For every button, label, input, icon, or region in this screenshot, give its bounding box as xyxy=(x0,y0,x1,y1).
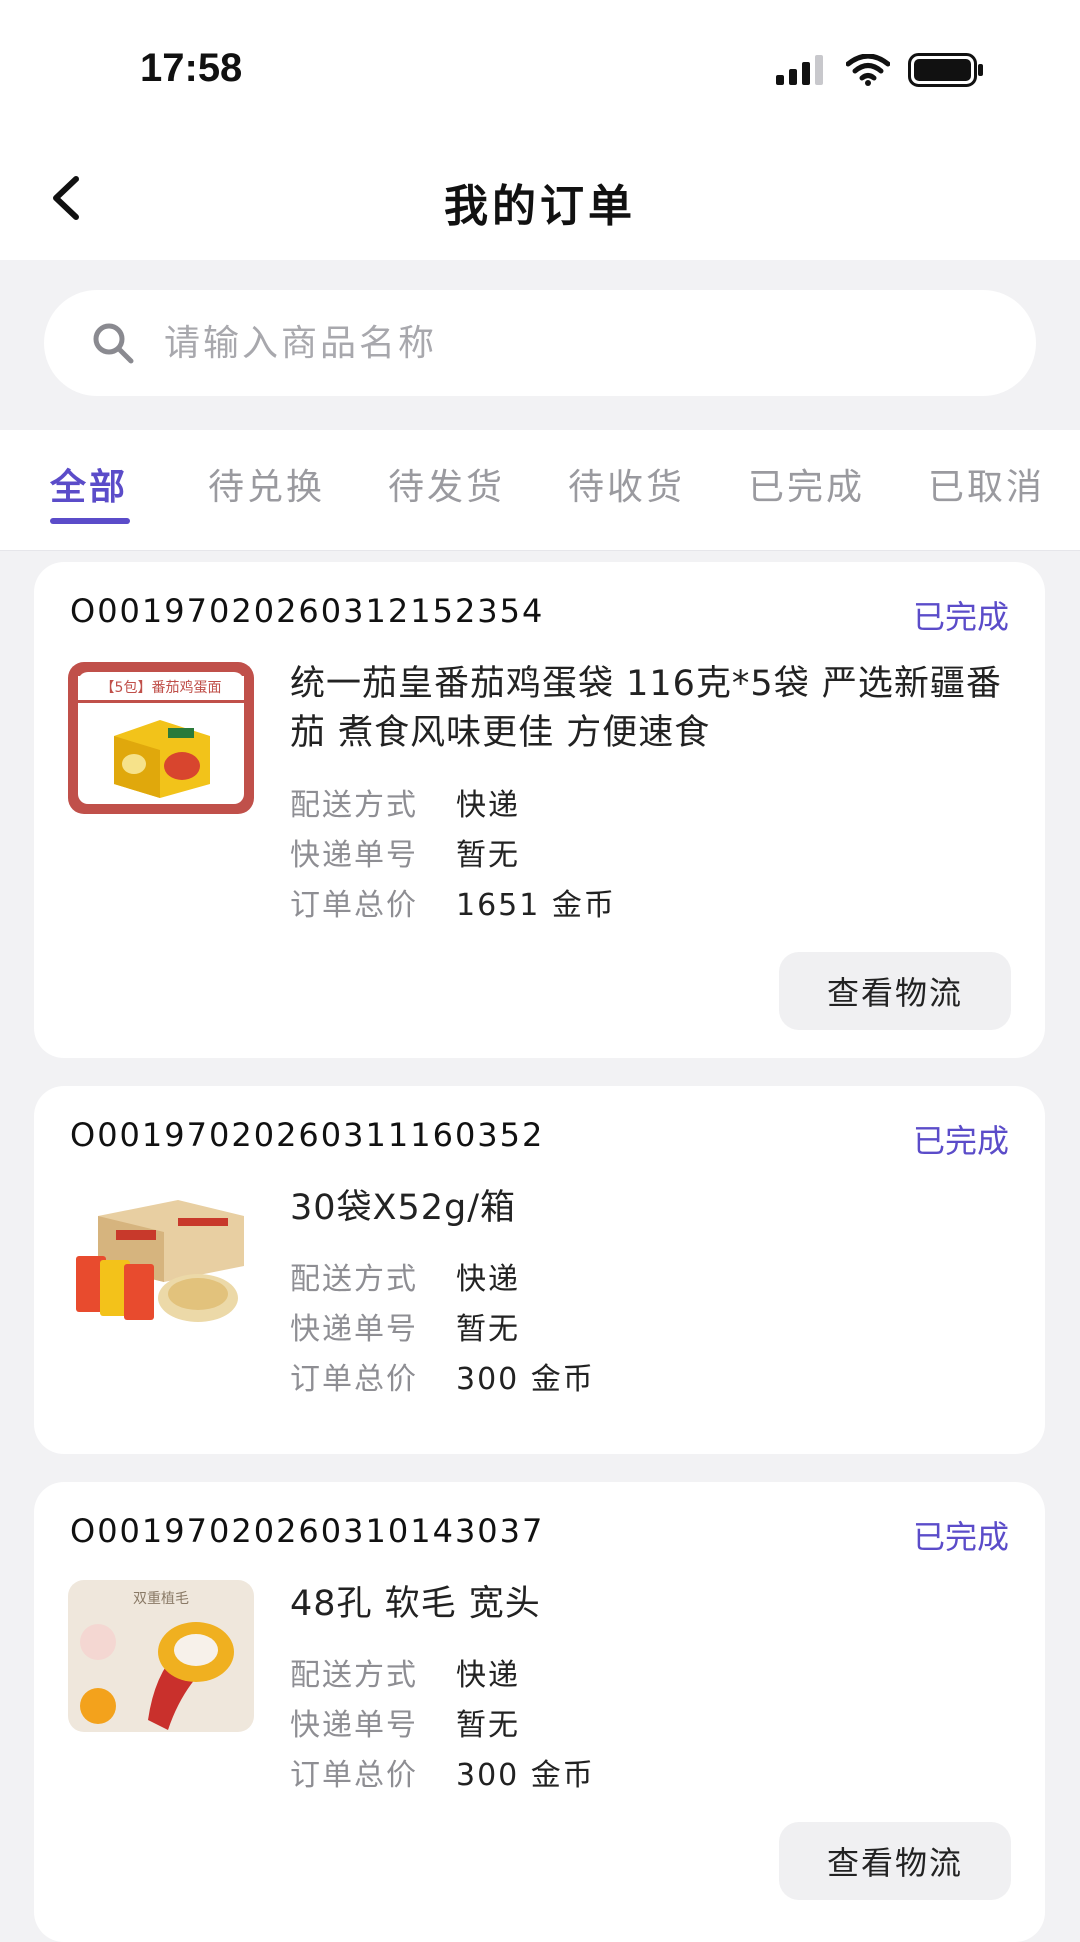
order-card[interactable]: O00197020260311160352 已完成 30袋X52g/箱 配送方式… xyxy=(34,1086,1045,1454)
total-price-row: 订单总价 1651 金币 xyxy=(290,880,616,924)
product-image: 双重植毛 xyxy=(68,1580,254,1732)
tracking-number-label: 快递单号 xyxy=(290,1708,418,1743)
noodle-package-illustration xyxy=(114,720,210,798)
product-title: 48孔 软毛 宽头 xyxy=(290,1584,541,1624)
delivery-method-value: 快递 xyxy=(456,1658,520,1693)
status-icons xyxy=(776,53,984,91)
tab-completed[interactable]: 已完成 xyxy=(748,458,865,510)
search-bar[interactable] xyxy=(44,290,1036,396)
tracking-number-value: 暂无 xyxy=(456,838,520,873)
order-number: O00197020260310143037 xyxy=(70,1512,545,1550)
total-price-row: 订单总价 300 金币 xyxy=(290,1750,595,1794)
view-logistics-button[interactable]: 查看物流 xyxy=(779,952,1011,1030)
total-price-value: 1651 金币 xyxy=(456,888,616,923)
search-icon xyxy=(88,318,138,368)
active-tab-indicator xyxy=(50,518,130,524)
search-area xyxy=(0,260,1080,430)
tracking-number-value: 暂无 xyxy=(456,1708,520,1743)
status-time: 17:58 xyxy=(140,46,243,90)
delivery-method-row: 配送方式 快递 xyxy=(290,1254,520,1298)
status-bar: 17:58 xyxy=(0,0,1080,140)
wifi-icon xyxy=(845,53,891,90)
tab-pending-receipt[interactable]: 待收货 xyxy=(568,458,685,510)
delivery-method-row: 配送方式 快递 xyxy=(290,1650,520,1694)
view-logistics-button[interactable]: 查看物流 xyxy=(779,1822,1011,1900)
order-status-badge: 已完成 xyxy=(912,1122,1009,1160)
tracking-number-row: 快递单号 暂无 xyxy=(290,1700,520,1744)
delivery-method-label: 配送方式 xyxy=(290,1658,418,1693)
delivery-method-label: 配送方式 xyxy=(290,1262,418,1297)
order-number: O00197020260311160352 xyxy=(70,1116,545,1154)
delivery-method-value: 快递 xyxy=(456,788,520,823)
product-image: 【5包】番茄鸡蛋面 xyxy=(68,662,254,814)
product-title: 统一茄皇番茄鸡蛋袋 116克*5袋 严选新疆番茄 煮食风味更佳 方便速食 xyxy=(290,664,1002,753)
order-card[interactable]: O00197020260310143037 已完成 双重植毛 48孔 软毛 宽头… xyxy=(34,1482,1045,1942)
delivery-method-value: 快递 xyxy=(456,1262,520,1297)
tracking-number-label: 快递单号 xyxy=(290,1312,418,1347)
noodle-box-illustration xyxy=(76,1200,244,1322)
total-price-value: 300 金币 xyxy=(456,1758,595,1793)
product-title: 30袋X52g/箱 xyxy=(290,1188,517,1228)
order-number: O00197020260312152354 xyxy=(70,592,545,630)
tracking-number-value: 暂无 xyxy=(456,1312,520,1347)
nav-bar: 我的订单 xyxy=(0,140,1080,260)
order-card[interactable]: O00197020260312152354 已完成 【5包】番茄鸡蛋面 统一茄皇… xyxy=(34,562,1045,1058)
delivery-method-row: 配送方式 快递 xyxy=(290,780,520,824)
tab-pending-exchange[interactable]: 待兑换 xyxy=(208,458,325,510)
tab-all[interactable]: 全部 xyxy=(50,458,128,510)
delivery-method-label: 配送方式 xyxy=(290,788,418,823)
tracking-number-row: 快递单号 暂无 xyxy=(290,1304,520,1348)
product-image-caption: 【5包】番茄鸡蛋面 xyxy=(78,676,244,703)
search-input[interactable] xyxy=(162,321,926,365)
tracking-number-label: 快递单号 xyxy=(290,838,418,873)
total-price-row: 订单总价 300 金币 xyxy=(290,1354,595,1398)
order-status-tabs: 全部 待兑换 待发货 待收货 已完成 已取消 xyxy=(0,430,1080,551)
signal-icon xyxy=(776,55,828,89)
page-title: 我的订单 xyxy=(444,181,636,232)
total-price-label: 订单总价 xyxy=(290,888,418,923)
battery-icon xyxy=(908,53,984,91)
tab-pending-shipment[interactable]: 待发货 xyxy=(388,458,505,510)
order-status-badge: 已完成 xyxy=(912,1518,1009,1556)
product-image xyxy=(68,1186,254,1338)
total-price-value: 300 金币 xyxy=(456,1362,595,1397)
tab-cancelled[interactable]: 已取消 xyxy=(928,458,1045,510)
total-price-label: 订单总价 xyxy=(290,1758,418,1793)
order-status-badge: 已完成 xyxy=(912,598,1009,636)
toothbrush-illustration xyxy=(80,1622,234,1730)
tracking-number-row: 快递单号 暂无 xyxy=(290,830,520,874)
total-price-label: 订单总价 xyxy=(290,1362,418,1397)
